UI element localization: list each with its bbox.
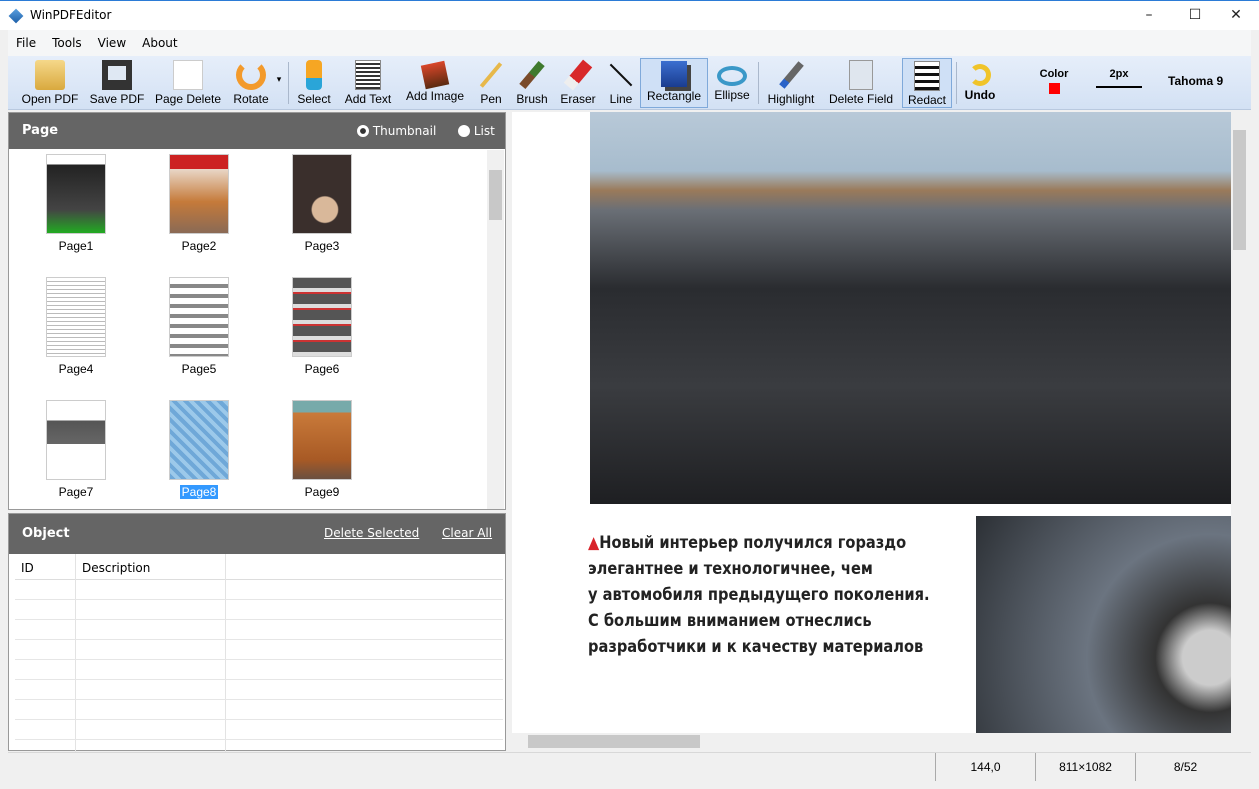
eraser-icon: [563, 59, 593, 91]
add-text-button[interactable]: Add Text: [340, 58, 396, 108]
column-description[interactable]: Description: [82, 561, 150, 575]
list-radio[interactable]: List: [458, 124, 495, 138]
page-thumbnail[interactable]: Page9: [262, 400, 382, 499]
image-icon: [420, 60, 450, 90]
page-panel-scrollbar[interactable]: [487, 150, 504, 509]
select-button[interactable]: Select: [292, 58, 336, 108]
scrollbar-thumb[interactable]: [528, 735, 700, 748]
close-button[interactable]: ✕: [1213, 1, 1259, 31]
font-selector[interactable]: Tahoma 9: [1168, 74, 1223, 88]
save-pdf-button[interactable]: Save PDF: [86, 58, 148, 108]
status-page-number: 8/52: [1135, 753, 1235, 781]
rotate-icon: [236, 60, 266, 90]
scissors-page-icon: [173, 60, 203, 90]
redact-icon: [914, 61, 940, 91]
highlighter-icon: [778, 61, 804, 89]
gear-shift-photo: [976, 516, 1236, 734]
floppy-icon: [102, 60, 132, 90]
title-bar: WinPDFEditor – ☐ ✕: [0, 0, 1259, 30]
brush-button[interactable]: Brush: [512, 58, 552, 108]
document-view[interactable]: ▲Новый интерьер получился гораздо элеган…: [512, 112, 1248, 734]
page-panel: Page Thumbnail List Page1 Page2 Page3 Pa…: [8, 112, 506, 510]
rectangle-button[interactable]: Rectangle: [640, 58, 708, 108]
line-icon: [609, 63, 633, 87]
redact-button[interactable]: Redact: [902, 58, 952, 108]
delete-field-icon: [849, 60, 873, 90]
page-panel-title: Page: [22, 123, 59, 138]
document-vertical-scrollbar[interactable]: [1231, 112, 1248, 734]
page-delete-button[interactable]: Page Delete: [151, 58, 225, 108]
page-thumbnail[interactable]: Page4: [16, 277, 136, 376]
window-title: WinPDFEditor: [30, 8, 112, 22]
page-panel-header: Page Thumbnail List: [9, 113, 505, 149]
object-table-header: ID Description: [15, 554, 503, 754]
eraser-button[interactable]: Eraser: [556, 58, 600, 108]
maximize-button[interactable]: ☐: [1172, 1, 1218, 31]
delete-field-button[interactable]: Delete Field: [824, 58, 898, 108]
column-id[interactable]: ID: [21, 561, 34, 575]
line-button[interactable]: Line: [604, 58, 638, 108]
hand-pointer-icon: [306, 60, 322, 90]
page-thumbnail[interactable]: Page8: [139, 400, 259, 499]
thumbnail-radio[interactable]: Thumbnail: [357, 124, 436, 138]
rectangle-icon: [661, 61, 687, 87]
pen-button[interactable]: Pen: [474, 58, 508, 108]
text-icon: [355, 60, 381, 90]
status-bar: 144,0 811×1082 8/52: [8, 752, 1251, 781]
rotate-button[interactable]: Rotate: [228, 58, 274, 108]
object-panel-header: Object Delete Selected Clear All: [9, 514, 505, 554]
interior-photo: [590, 112, 1236, 504]
object-panel: Object Delete Selected Clear All ID Desc…: [8, 513, 506, 754]
undo-icon: [969, 64, 991, 86]
add-image-button[interactable]: Add Image: [402, 58, 468, 108]
app-icon: [8, 8, 24, 24]
menu-tools[interactable]: Tools: [44, 30, 90, 50]
clear-all-link[interactable]: Clear All: [442, 526, 492, 540]
open-pdf-button[interactable]: Open PDF: [16, 58, 84, 108]
page-thumbnail[interactable]: Page1: [16, 154, 136, 253]
page-thumbnail[interactable]: Page6: [262, 277, 382, 376]
toolbar: Open PDF Save PDF Page Delete Rotate ▾ S…: [8, 56, 1251, 110]
folder-open-icon: [35, 60, 65, 90]
color-picker[interactable]: Color: [1034, 68, 1074, 94]
menu-about[interactable]: About: [134, 30, 185, 50]
line-width-selector[interactable]: 2px: [1096, 68, 1142, 88]
scrollbar-thumb[interactable]: [1233, 130, 1246, 250]
page-thumbnail[interactable]: Page3: [262, 154, 382, 253]
brush-icon: [519, 60, 545, 90]
page-thumbnail[interactable]: Page5: [139, 277, 259, 376]
ellipse-icon: [717, 66, 747, 86]
page-thumbnail[interactable]: Page2: [139, 154, 259, 253]
delete-selected-link[interactable]: Delete Selected: [324, 526, 419, 540]
menu-bar: File Tools View About: [8, 30, 1251, 56]
menu-file[interactable]: File: [8, 30, 44, 50]
document-horizontal-scrollbar[interactable]: [512, 733, 1231, 750]
ellipse-button[interactable]: Ellipse: [710, 58, 754, 108]
menu-view[interactable]: View: [90, 30, 134, 50]
color-swatch: [1048, 83, 1060, 94]
pencil-icon: [479, 62, 503, 88]
status-page-size: 811×1082: [1035, 753, 1135, 781]
status-coordinates: 144,0: [935, 753, 1035, 781]
minimize-button[interactable]: –: [1126, 1, 1172, 31]
highlight-button[interactable]: Highlight: [762, 58, 820, 108]
triangle-marker-icon: ▲: [588, 533, 600, 553]
scrollbar-thumb[interactable]: [489, 170, 502, 220]
page-thumbnail[interactable]: Page7: [16, 400, 136, 499]
object-panel-title: Object: [22, 526, 70, 541]
caption: ▲Новый интерьер получился гораздо элеган…: [588, 533, 930, 657]
undo-button[interactable]: Undo: [960, 58, 1000, 108]
